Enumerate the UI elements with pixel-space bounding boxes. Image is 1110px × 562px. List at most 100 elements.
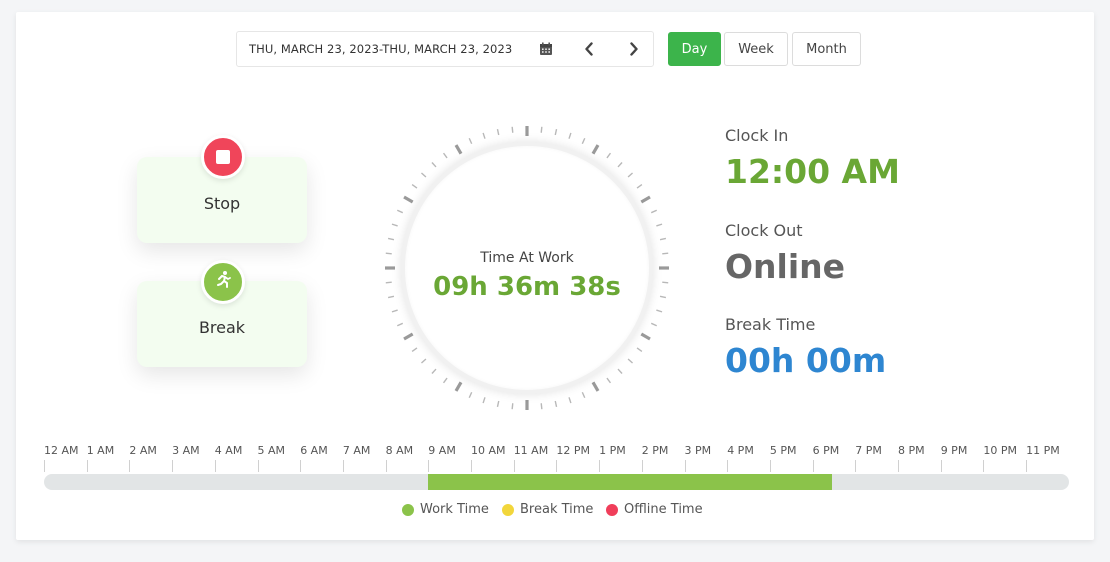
dial-tick <box>659 237 667 241</box>
dial-tick <box>411 347 418 353</box>
hour-tick <box>898 460 899 472</box>
break-label: Break <box>198 318 246 337</box>
hour-label: 11 PM <box>1026 444 1060 457</box>
time-at-work-label: Time At Work <box>480 250 574 266</box>
time-tracker-card: THU, MARCH 23, 2023-THU, MARCH 23, 2023 … <box>16 12 1094 540</box>
dial-tick <box>627 172 633 178</box>
dial-tick <box>387 237 395 241</box>
dial-tick <box>568 132 572 139</box>
hour-tick <box>684 460 686 472</box>
dial-tick <box>656 309 663 313</box>
dial-tick <box>496 400 500 408</box>
dial-tick <box>656 223 663 227</box>
date-range-text: THU, MARCH 23, 2023-THU, MARCH 23, 2023 <box>249 42 513 56</box>
legend-offline-time: Offline Time <box>606 502 703 517</box>
dial-tick <box>650 209 658 214</box>
dial-tick <box>391 223 398 227</box>
legend-work-label: Work Time <box>420 502 489 517</box>
legend-offline-label: Offline Time <box>624 502 703 517</box>
hour-label: 3 PM <box>684 444 712 457</box>
dial-tick <box>403 195 414 204</box>
break-time-dot <box>502 503 514 516</box>
hour-label: 11 AM <box>513 444 549 457</box>
hour-tick <box>812 460 814 472</box>
hour-label: 5 PM <box>769 444 797 457</box>
hour-label: 2 PM <box>641 444 669 457</box>
hour-label: 9 PM <box>940 444 968 457</box>
date-range-picker[interactable]: THU, MARCH 23, 2023-THU, MARCH 23, 2023 <box>236 31 654 67</box>
dial-tick <box>591 381 600 392</box>
dial-tick <box>640 195 651 204</box>
hour-tick <box>769 460 771 472</box>
hour-label: 1 PM <box>599 444 626 457</box>
dial-tick <box>581 137 586 145</box>
hour-tick <box>556 460 558 472</box>
running-person-icon <box>213 270 233 294</box>
stop-button[interactable] <box>201 135 245 179</box>
hour-tick <box>44 460 45 472</box>
hour-tick <box>983 460 985 472</box>
dial-tick <box>636 183 643 189</box>
dial-tick <box>411 183 418 189</box>
hour-label: 4 PM <box>727 444 754 457</box>
dial-tick <box>431 368 437 374</box>
hour-label: 10 AM <box>471 444 506 457</box>
hour-label: 7 PM <box>855 444 882 457</box>
dial-tick <box>442 377 448 384</box>
hour-tick <box>641 460 643 472</box>
hour-tick <box>129 460 131 472</box>
dial-tick <box>396 209 404 214</box>
hour-label: 12 PM <box>556 444 591 457</box>
dial-tick <box>636 347 643 353</box>
month-button[interactable]: Month <box>792 32 861 66</box>
day-button[interactable]: Day <box>668 32 721 66</box>
dial-tick <box>468 137 473 145</box>
timeline-legend: Work Time Break Time Offline Time <box>16 502 1094 522</box>
clock-out-value: Online <box>725 247 846 286</box>
hour-tick <box>342 460 344 472</box>
hour-tick <box>513 460 515 472</box>
dial-tick <box>391 309 398 313</box>
hour-label: 12 AM <box>44 444 79 457</box>
dial-tick <box>454 144 463 155</box>
clock-in-label: Clock In <box>725 126 789 145</box>
hour-tick <box>300 460 302 472</box>
dial-tick <box>617 368 623 374</box>
dial-tick <box>396 322 404 327</box>
chevron-right-icon[interactable] <box>620 32 648 66</box>
hour-label: 8 AM <box>385 444 414 457</box>
dial-tick <box>403 332 414 341</box>
dial-tick <box>581 391 586 399</box>
dial-tick <box>482 132 486 139</box>
hour-label: 1 AM <box>86 444 115 457</box>
calendar-icon[interactable] <box>532 32 560 66</box>
dial-tick <box>482 397 486 404</box>
hour-tick <box>86 460 88 472</box>
dial-tick <box>511 403 514 410</box>
stop-icon <box>216 150 230 164</box>
dial-tick <box>421 358 427 364</box>
dial-tick <box>540 126 543 133</box>
hour-tick <box>855 460 857 472</box>
dial-tick <box>442 152 448 159</box>
hour-tick <box>599 460 601 472</box>
offline-time-dot <box>606 503 618 516</box>
break-button[interactable] <box>201 260 245 304</box>
hour-label: 2 AM <box>129 444 157 457</box>
hour-label: 5 AM <box>257 444 286 457</box>
hour-tick <box>471 460 472 472</box>
hour-label: 4 AM <box>214 444 243 457</box>
hour-label: 10 PM <box>983 444 1018 457</box>
dial-face <box>401 142 653 394</box>
work-time-dot <box>402 503 414 516</box>
clock-in-value: 12:00 AM <box>725 152 900 191</box>
chevron-left-icon[interactable] <box>575 32 603 66</box>
dial-tick <box>421 172 427 178</box>
dial-tick <box>617 162 623 168</box>
hour-tick <box>1026 460 1028 472</box>
time-at-work-dial: Time At Work 09h 36m 38s <box>381 122 673 414</box>
timeline-hours: 12 AM 1 AM 2 AM 3 AM 4 AM 5 AM 6 AM 7 AM 8 AM 9 A… <box>44 444 1074 474</box>
hour-label: 6 AM <box>300 444 328 457</box>
dial-tick <box>627 358 633 364</box>
week-button[interactable]: Week <box>724 32 788 66</box>
